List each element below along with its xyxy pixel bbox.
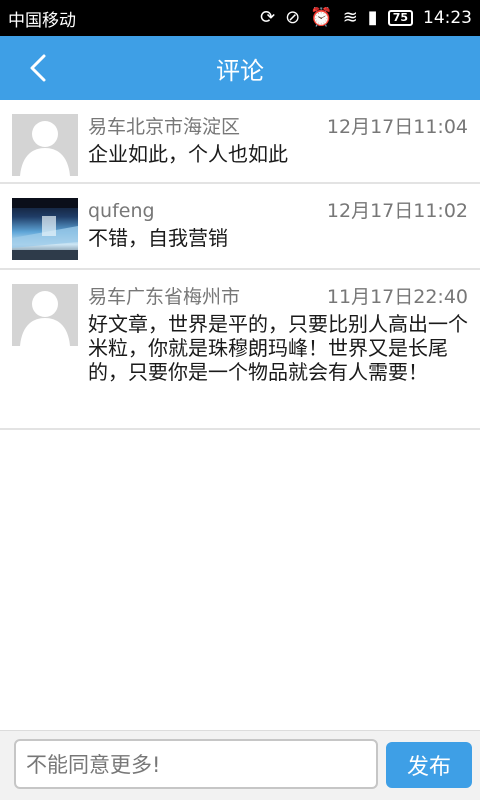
title-bar: 评论 bbox=[0, 36, 480, 100]
comment-meta: 易车广东省梅州市 11月17日22:40 bbox=[88, 284, 468, 310]
comment-body: 易车广东省梅州市 11月17日22:40 好文章，世界是平的，只要比别人高出一个… bbox=[88, 284, 468, 428]
alarm-icon: ⏰ bbox=[310, 7, 333, 28]
comment-time: 12月17日11:02 bbox=[326, 200, 468, 222]
avatar[interactable] bbox=[12, 114, 78, 176]
chevron-left-icon bbox=[30, 54, 46, 82]
wifi-icon: ≋ bbox=[342, 7, 358, 28]
comment-input[interactable] bbox=[14, 739, 378, 789]
comment-author: qufeng bbox=[88, 200, 155, 222]
comment-meta: qufeng 12月17日11:02 bbox=[88, 198, 468, 224]
send-button[interactable]: 发布 bbox=[386, 742, 472, 788]
comment-item[interactable]: 易车广东省梅州市 11月17日22:40 好文章，世界是平的，只要比别人高出一个… bbox=[0, 270, 480, 430]
back-button[interactable] bbox=[20, 50, 56, 86]
avatar[interactable] bbox=[12, 284, 78, 346]
signal-icon: ▮ bbox=[367, 7, 378, 28]
avatar[interactable] bbox=[12, 198, 78, 260]
comment-time: 12月17日11:04 bbox=[326, 116, 468, 138]
comment-body: qufeng 12月17日11:02 不错，自我营销 bbox=[88, 198, 468, 268]
comment-body: 易车北京市海淀区 12月17日11:04 企业如此，个人也如此 bbox=[88, 114, 468, 182]
comment-text: 好文章，世界是平的，只要比别人高出一个米粒，你就是珠穆朗玛峰！世界又是长尾的，只… bbox=[88, 312, 468, 384]
comment-item[interactable]: qufeng 12月17日11:02 不错，自我营销 bbox=[0, 184, 480, 270]
status-bar: 中国移动 ⟳ ⊘ ⏰ ≋ ▮ 75 14:23 bbox=[0, 0, 480, 36]
comment-text: 企业如此，个人也如此 bbox=[88, 142, 288, 166]
default-person-icon bbox=[12, 114, 78, 176]
battery-icon: 75 bbox=[387, 10, 413, 26]
carrier-name: 中国移动 bbox=[8, 10, 76, 31]
comment-meta: 易车北京市海淀区 12月17日11:04 bbox=[88, 114, 468, 140]
status-time: 14:23 bbox=[423, 8, 472, 28]
comment-list[interactable]: 易车北京市海淀区 12月17日11:04 企业如此，个人也如此 qufeng 1… bbox=[0, 100, 480, 430]
photo-avatar-image bbox=[12, 198, 78, 260]
comment-author: 易车北京市海淀区 bbox=[88, 116, 241, 138]
sync-icon: ⟳ bbox=[260, 7, 276, 28]
comment-item[interactable]: 易车北京市海淀区 12月17日11:04 企业如此，个人也如此 bbox=[0, 100, 480, 184]
comment-text: 不错，自我营销 bbox=[88, 226, 228, 250]
comment-time: 11月17日22:40 bbox=[326, 286, 468, 308]
comment-composer: 发布 bbox=[0, 730, 480, 800]
comment-author: 易车广东省梅州市 bbox=[88, 286, 241, 308]
no-vibrate-icon: ⊘ bbox=[285, 7, 301, 28]
page-title: 评论 bbox=[216, 56, 264, 85]
status-icons: ⟳ ⊘ ⏰ ≋ ▮ 75 14:23 bbox=[260, 8, 472, 28]
default-person-icon bbox=[12, 284, 78, 346]
